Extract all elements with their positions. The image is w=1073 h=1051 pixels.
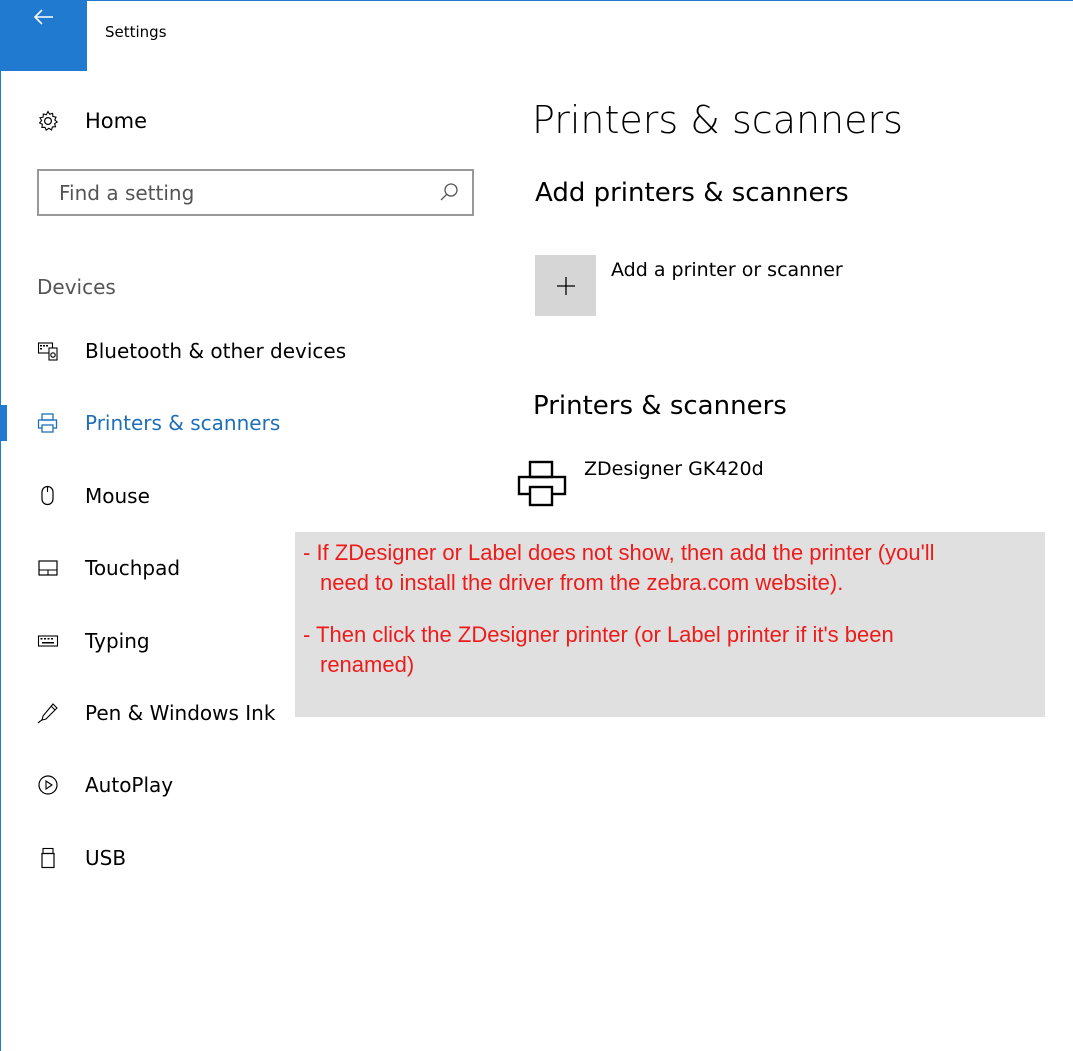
gear-icon bbox=[37, 110, 59, 132]
sidebar-item-mouse[interactable]: Mouse bbox=[1, 476, 421, 516]
mouse-icon bbox=[37, 485, 59, 507]
pen-icon bbox=[37, 702, 59, 724]
bluetooth-devices-icon bbox=[37, 340, 59, 362]
add-printer-label[interactable]: Add a printer or scanner bbox=[611, 259, 843, 281]
sidebar-item-bluetooth[interactable]: Bluetooth & other devices bbox=[1, 331, 421, 371]
printer-icon bbox=[517, 460, 567, 507]
plus-icon bbox=[556, 276, 575, 295]
sidebar-item-autoplay[interactable]: AutoPlay bbox=[1, 765, 421, 805]
touchpad-icon bbox=[37, 557, 59, 579]
autoplay-icon bbox=[37, 774, 59, 796]
note-step-1: - If ZDesigner or Label does not show, t… bbox=[303, 538, 1035, 598]
sidebar-item-label: Bluetooth & other devices bbox=[85, 339, 347, 363]
settings-window: Settings Home Devices bbox=[0, 0, 1073, 1051]
sidebar-item-label: Mouse bbox=[85, 484, 150, 508]
note-line: - If ZDesigner or Label does not show, t… bbox=[303, 540, 935, 565]
note-line: renamed) bbox=[320, 652, 415, 677]
sidebar-item-label: Home bbox=[85, 109, 148, 133]
sidebar-item-label: Printers & scanners bbox=[85, 411, 281, 435]
sidebar-item-label: AutoPlay bbox=[85, 773, 174, 797]
sidebar-item-label: Pen & Windows Ink bbox=[85, 701, 276, 725]
search-box[interactable] bbox=[37, 169, 474, 216]
sidebar-item-label: USB bbox=[85, 846, 127, 870]
instruction-note: - If ZDesigner or Label does not show, t… bbox=[295, 532, 1045, 717]
sidebar-item-label: Touchpad bbox=[85, 556, 181, 580]
sidebar-item-printers[interactable]: Printers & scanners bbox=[1, 403, 421, 443]
printer-name: ZDesigner GK420d bbox=[584, 458, 764, 480]
sidebar-item-label: Typing bbox=[85, 629, 150, 653]
app-title: Settings bbox=[105, 23, 167, 41]
search-icon[interactable] bbox=[438, 181, 460, 203]
back-arrow-icon bbox=[33, 9, 53, 25]
note-line: - Then click the ZDesigner printer (or L… bbox=[303, 622, 894, 647]
search-input[interactable] bbox=[39, 171, 429, 214]
section-heading-devices: Devices bbox=[37, 275, 116, 299]
title-bar: Settings bbox=[1, 1, 1073, 71]
keyboard-icon bbox=[37, 630, 59, 652]
note-line: need to install the driver from the zebr… bbox=[320, 570, 844, 595]
usb-icon bbox=[37, 847, 59, 869]
add-printer-button[interactable] bbox=[535, 255, 596, 316]
sidebar-item-home[interactable]: Home bbox=[1, 101, 421, 141]
add-section-heading: Add printers & scanners bbox=[535, 178, 849, 208]
printer-icon bbox=[37, 412, 59, 434]
page-title: Printers & scanners bbox=[532, 98, 903, 142]
printers-list-heading: Printers & scanners bbox=[533, 391, 787, 421]
back-button[interactable] bbox=[1, 1, 87, 71]
note-step-2: - Then click the ZDesigner printer (or L… bbox=[303, 620, 1035, 680]
sidebar-item-usb[interactable]: USB bbox=[1, 838, 421, 878]
printer-list-item[interactable]: ZDesigner GK420d bbox=[516, 453, 936, 513]
